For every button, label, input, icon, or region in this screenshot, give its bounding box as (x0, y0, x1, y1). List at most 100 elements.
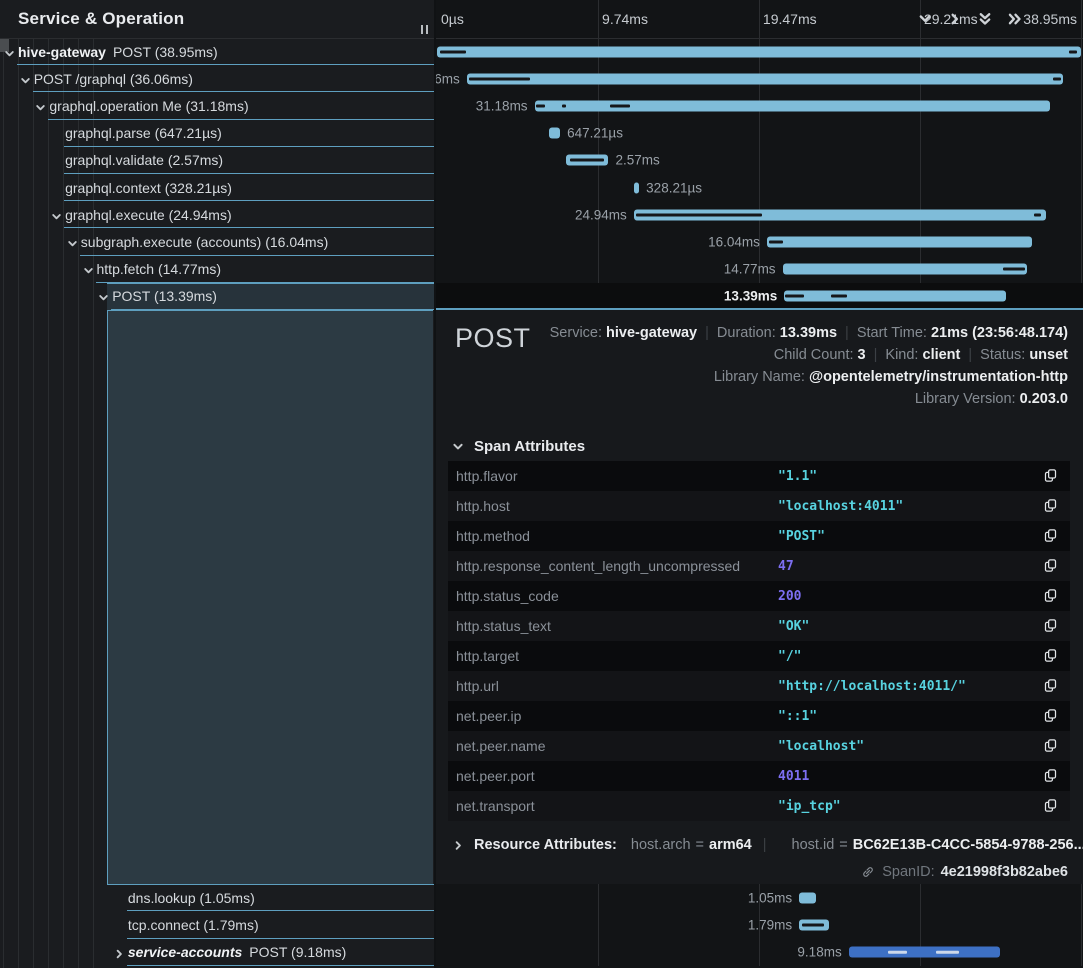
span-row[interactable]: graphql.execute (24.94ms) 24.94ms (0, 201, 1083, 228)
span-bar[interactable] (783, 264, 1027, 275)
span-row[interactable]: dns.lookup (1.05ms)1.05ms (0, 884, 1083, 911)
child-span-marker (1053, 77, 1061, 80)
span-row[interactable]: graphql.parse (647.21µs)647.21µs (0, 120, 1083, 147)
child-span-marker (785, 295, 804, 298)
double-chevron-down-icon[interactable] (977, 11, 993, 27)
column-resize-grip[interactable] (421, 25, 428, 34)
child-span-marker (636, 213, 762, 216)
span-label: http.fetch (14.77ms) (97, 261, 222, 277)
chevron-down-icon (450, 439, 466, 455)
expanded-detail-placeholder (107, 310, 433, 884)
span-id-value: 4e21998f3b82abe6 (941, 864, 1068, 880)
attribute-key: http.url (456, 678, 499, 694)
chevron-down-icon[interactable] (98, 291, 109, 302)
span-bar[interactable] (784, 291, 1005, 302)
attribute-value: "localhost" (778, 739, 864, 754)
attribute-value: 4011 (778, 769, 809, 784)
span-bar[interactable] (437, 46, 1081, 57)
meta-value: 21ms (23:56:48.174) (931, 325, 1068, 341)
chevron-down-icon[interactable] (83, 264, 94, 275)
copy-icon[interactable] (1042, 798, 1058, 814)
meta-label: Kind: (885, 347, 922, 363)
span-row[interactable]: graphql.validate (2.57ms)2.57ms (0, 147, 1083, 174)
meta-separator: | (763, 837, 767, 853)
attribute-value: "/" (778, 649, 801, 664)
resource-attribute-value: arm64 (709, 837, 752, 853)
link-icon[interactable] (860, 864, 876, 880)
copy-icon[interactable] (1042, 648, 1058, 664)
meta-label: Start Time: (857, 325, 931, 341)
child-span-marker (831, 295, 848, 298)
chevron-down-icon[interactable] (51, 209, 62, 220)
copy-icon[interactable] (1042, 768, 1058, 784)
copy-icon[interactable] (1042, 618, 1058, 634)
attribute-key: http.flavor (456, 468, 517, 484)
meta-value: @opentelemetry/instrumentation-http (809, 369, 1068, 385)
span-duration-label: 2.57ms (615, 153, 659, 168)
child-span-marker (536, 104, 545, 107)
chevron-right-icon[interactable] (114, 947, 125, 958)
span-duration-label: 24.94ms (575, 207, 627, 222)
span-row[interactable]: graphql.context (328.21µs)328.21µs (0, 174, 1083, 201)
double-chevron-right-icon[interactable] (1007, 11, 1023, 27)
meta-label: Child Count: (774, 347, 858, 363)
span-bar[interactable] (634, 182, 639, 193)
span-bar[interactable] (549, 128, 560, 139)
span-row[interactable]: POST /graphql (36.06ms)36.06ms (0, 65, 1083, 92)
attribute-key: net.peer.port (456, 768, 535, 784)
copy-icon[interactable] (1042, 498, 1058, 514)
span-label: graphql.execute (24.94ms) (65, 207, 232, 223)
child-span-marker (802, 923, 824, 926)
equals-sign: = (839, 837, 847, 853)
copy-icon[interactable] (1042, 528, 1058, 544)
span-bar[interactable] (767, 236, 1032, 247)
span-rows-bottom: dns.lookup (1.05ms)1.05mstcp.connect (1.… (0, 884, 1083, 966)
span-attributes-heading: Span Attributes (474, 438, 585, 455)
span-row[interactable]: hive-gateway POST (38.95ms) (0, 38, 1083, 65)
span-row[interactable]: http.fetch (14.77ms)14.77ms (0, 256, 1083, 283)
span-row[interactable]: subgraph.execute (accounts) (16.04ms)16.… (0, 228, 1083, 255)
resource-attribute-key: host.arch (631, 837, 691, 853)
equals-sign: = (696, 837, 704, 853)
resource-attribute-key: host.id (792, 837, 835, 853)
span-bar[interactable] (799, 892, 816, 903)
attribute-value: "POST" (778, 529, 825, 544)
span-bar[interactable] (467, 73, 1063, 84)
chevron-down-icon[interactable] (67, 236, 78, 247)
chevron-down-icon[interactable] (20, 73, 31, 84)
span-row[interactable]: graphql.operation Me (31.18ms)31.18ms (0, 92, 1083, 119)
copy-icon[interactable] (1042, 738, 1058, 754)
copy-icon[interactable] (1042, 558, 1058, 574)
attribute-key: http.status_code (456, 588, 559, 604)
attribute-value: "1.1" (778, 469, 817, 484)
attribute-key: http.response_content_length_uncompresse… (456, 558, 740, 574)
timeline-tick-label: 38.95ms (1023, 0, 1077, 38)
attribute-row: http.status_text"OK" (448, 611, 1070, 641)
meta-separator: | (968, 347, 972, 363)
resource-attributes-row[interactable]: Resource Attributes:host.arch=arm64|host… (450, 837, 1083, 853)
span-row[interactable]: service-accounts POST (9.18ms)9.18ms (0, 939, 1083, 966)
child-span-marker (888, 951, 906, 954)
span-label: graphql.operation Me (31.18ms) (49, 98, 248, 114)
span-attributes-header[interactable]: Span Attributes (450, 438, 585, 455)
span-bar[interactable] (849, 947, 1001, 958)
chevron-down-icon[interactable] (4, 46, 15, 57)
span-label: dns.lookup (1.05ms) (128, 890, 255, 906)
span-row[interactable]: POST (13.39ms)13.39ms (0, 283, 1083, 310)
span-duration-label: 647.21µs (567, 126, 623, 141)
copy-icon[interactable] (1042, 468, 1058, 484)
timeline-tick-label: 0µs (441, 0, 464, 38)
attribute-row: http.url "http://localhost:4011/" (448, 671, 1070, 701)
span-id-row: SpanID: 4e21998f3b82abe6 (860, 864, 1068, 880)
span-duration-label: 328.21µs (646, 180, 702, 195)
child-span-marker (570, 159, 604, 162)
attribute-value: "http://localhost:4011/" (778, 679, 966, 694)
copy-icon[interactable] (1042, 708, 1058, 724)
copy-icon[interactable] (1042, 678, 1058, 694)
meta-separator: | (874, 347, 878, 363)
chevron-down-icon[interactable] (35, 100, 46, 111)
attribute-value: 47 (778, 559, 794, 574)
span-row[interactable]: tcp.connect (1.79ms)1.79ms (0, 911, 1083, 938)
span-detail-panel: POST Service: hive-gateway|Duration: 13.… (436, 308, 1083, 884)
copy-icon[interactable] (1042, 588, 1058, 604)
